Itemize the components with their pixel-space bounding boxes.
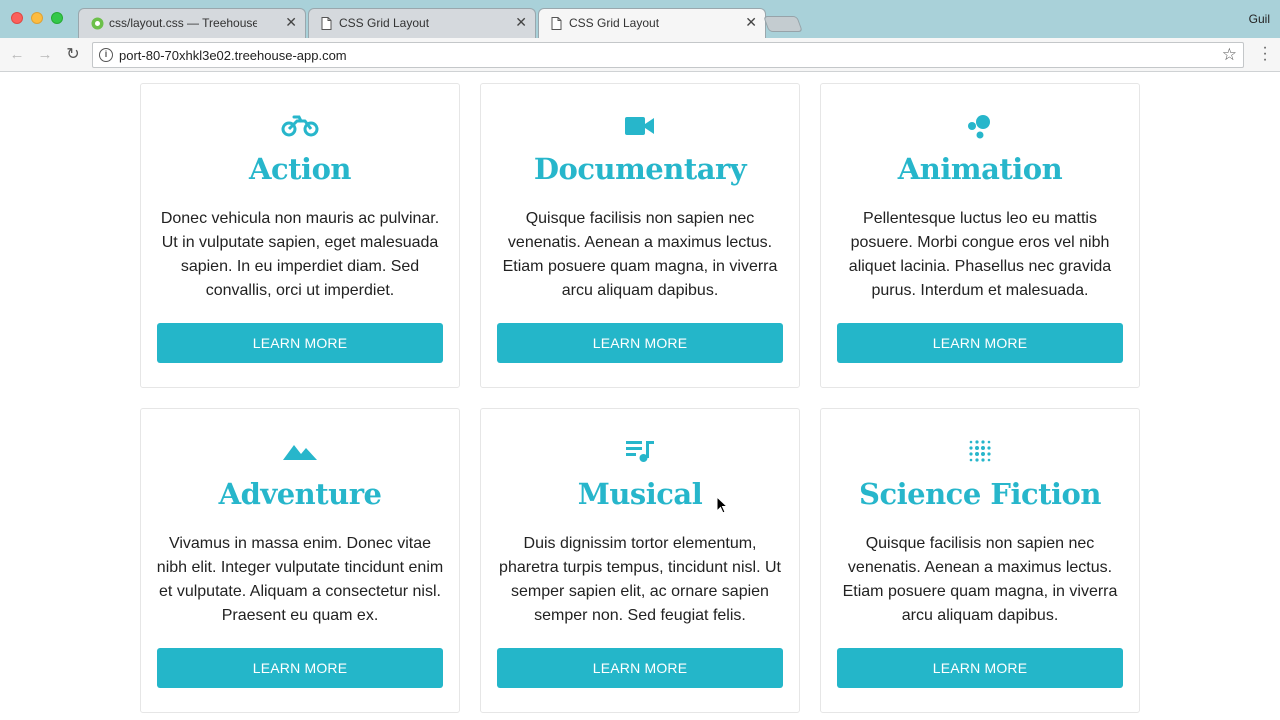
music-playlist-icon	[481, 439, 799, 463]
maximize-window-button[interactable]	[51, 12, 63, 24]
card-text: Vivamus in massa enim. Donec vitae nibh …	[156, 535, 444, 624]
address-bar[interactable]: i port-80-70xhkl3e02.treehouse-app.com ☆	[92, 42, 1244, 68]
close-tab-icon[interactable]: ✕	[285, 14, 297, 31]
browser-toolbar: ← → ↻ i port-80-70xhkl3e02.treehouse-app…	[0, 38, 1280, 72]
card-text: Quisque facilisis non sapien nec venenat…	[502, 210, 778, 299]
card-title: Action	[249, 152, 352, 186]
learn-more-button[interactable]: LEARN MORE	[837, 648, 1123, 688]
close-window-button[interactable]	[11, 12, 23, 24]
forward-arrow-icon[interactable]: →	[36, 46, 54, 64]
motorcycle-icon	[141, 114, 459, 138]
learn-more-button[interactable]: LEARN MORE	[497, 648, 783, 688]
back-arrow-icon[interactable]: ←	[8, 46, 26, 64]
mouse-cursor-icon	[716, 495, 729, 519]
tab-css-grid-layout[interactable]: CSS Grid Layout ✕	[308, 8, 536, 38]
treehouse-icon	[91, 17, 104, 31]
close-tab-icon[interactable]: ✕	[745, 14, 757, 31]
learn-more-button[interactable]: LEARN MORE	[837, 323, 1123, 363]
page-icon	[321, 17, 333, 31]
page-icon	[551, 17, 563, 31]
card-text: Donec vehicula non mauris ac pulvinar. U…	[160, 210, 440, 299]
card-text: Quisque facilisis non sapien nec venenat…	[842, 535, 1118, 624]
card-title: Science Fiction	[859, 477, 1101, 511]
genre-card-adventure: Adventure Vivamus in massa enim. Donec v…	[140, 408, 460, 713]
card-title: Documentary	[533, 152, 747, 186]
url-text[interactable]: port-80-70xhkl3e02.treehouse-app.com	[119, 48, 347, 63]
genre-card-action: Action Donec vehicula non mauris ac pulv…	[140, 83, 460, 388]
learn-more-button[interactable]: LEARN MORE	[497, 323, 783, 363]
bubbles-icon	[821, 114, 1139, 139]
tab-title: css/layout.css — Treehouse W	[109, 16, 257, 30]
close-tab-icon[interactable]: ✕	[515, 14, 527, 31]
card-text: Duis dignissim tortor elementum, pharetr…	[499, 535, 781, 624]
genre-grid: Action Donec vehicula non mauris ac pulv…	[140, 83, 1140, 713]
tab-strip: css/layout.css — Treehouse W ✕ CSS Grid …	[0, 0, 1280, 39]
bookmark-star-icon[interactable]: ☆	[1222, 45, 1237, 65]
info-icon[interactable]: i	[99, 48, 113, 62]
dots-grid-icon	[821, 439, 1139, 463]
genre-card-musical: Musical Duis dignissim tortor elementum,…	[480, 408, 800, 713]
learn-more-button[interactable]: LEARN MORE	[157, 323, 443, 363]
card-text: Pellentesque luctus leo eu mattis posuer…	[848, 210, 1112, 299]
learn-more-button[interactable]: LEARN MORE	[157, 648, 443, 688]
genre-card-animation: Animation Pellentesque luctus leo eu mat…	[820, 83, 1140, 388]
mountains-icon	[141, 439, 459, 463]
video-camera-icon	[481, 114, 799, 138]
genre-card-science-fiction: Science Fiction Quisque facilisis non sa…	[820, 408, 1140, 713]
tab-layout-css[interactable]: css/layout.css — Treehouse W ✕	[78, 8, 306, 38]
card-title: Musical	[577, 477, 703, 511]
tab-title: CSS Grid Layout	[569, 16, 660, 30]
card-title: Adventure	[218, 477, 382, 511]
page-viewport: Action Donec vehicula non mauris ac pulv…	[0, 72, 1280, 720]
browser-menu-icon[interactable]: · · ·	[1262, 40, 1268, 68]
new-tab-button[interactable]	[763, 16, 803, 32]
card-title: Animation	[897, 152, 1063, 186]
reload-icon[interactable]: ↻	[64, 46, 82, 64]
genre-card-documentary: Documentary Quisque facilisis non sapien…	[480, 83, 800, 388]
tab-css-grid-layout-active[interactable]: CSS Grid Layout ✕	[538, 8, 766, 39]
minimize-window-button[interactable]	[31, 12, 43, 24]
tab-title: CSS Grid Layout	[339, 16, 430, 30]
profile-name[interactable]: Guil	[1249, 12, 1270, 26]
